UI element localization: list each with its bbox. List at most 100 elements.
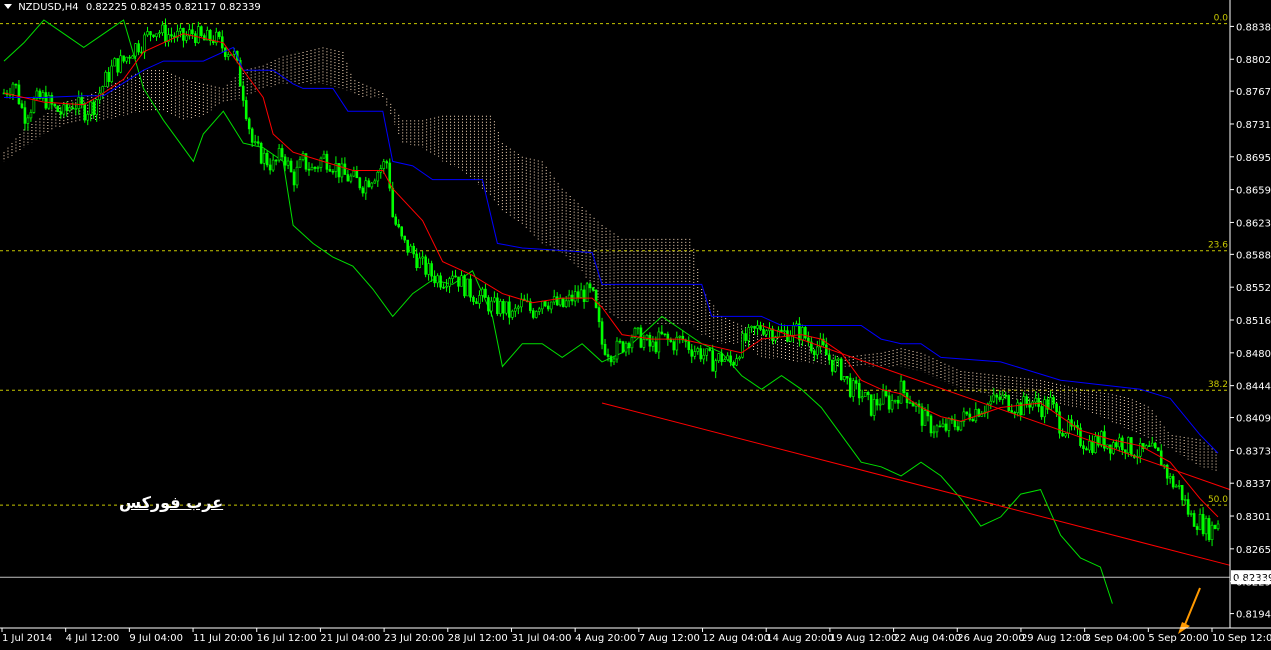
candle-body [101,86,104,94]
candle-body [630,337,634,349]
candle-body [678,335,682,338]
x-tick-label: 29 Aug 12:00 [1021,633,1088,644]
candle-body [1115,442,1118,448]
candle-body [636,327,640,330]
candle-body [747,327,750,341]
candle-body [672,341,676,351]
candle-body [1100,431,1103,446]
candle-body [343,163,347,175]
candle-body [499,300,502,315]
y-tick-label: 0.85880 [1236,250,1271,261]
candle-body [974,409,978,422]
candle-body [17,84,21,105]
candle-body [654,341,658,353]
candle-body [612,358,616,363]
candle-body [756,325,759,329]
candle-body [741,333,744,358]
candle-body [53,103,57,107]
x-tick-label: 26 Aug 20:00 [957,633,1024,644]
candle-body [358,177,362,189]
candle-body [899,380,903,404]
candle-body [280,148,284,158]
candle-body [487,297,490,312]
candle-body [340,163,344,178]
candle-body [1171,476,1175,488]
candle-body [591,287,595,291]
candle-body [663,333,667,336]
candle-body [738,356,741,359]
candle-body [113,58,116,67]
candle-body [606,354,610,357]
candle-body [558,297,562,306]
y-tick-label: 0.85160 [1236,316,1271,327]
candle-body [179,27,182,32]
candle-body [534,311,538,318]
candle-body [451,275,454,279]
candle-body [56,105,60,112]
candle-body [134,43,137,57]
candle-body [642,339,646,348]
candle-body [298,159,302,168]
tenkan-line [3,33,1219,518]
candle-body [762,329,765,335]
candle-body [146,31,149,36]
candle-body [122,55,125,62]
candle-body [597,307,601,323]
chart-area[interactable]: 0.023.638.250.0 0.82339 0.883800.880200.… [0,0,1271,646]
candle-body [1064,433,1067,437]
candle-body [1177,485,1181,487]
candle-body [292,171,296,186]
candle-body [334,163,338,172]
candle-body [367,180,371,188]
y-tick-label: 0.88020 [1236,55,1271,66]
candle-body [1168,476,1172,479]
candle-body [1022,396,1025,416]
candle-body [1204,518,1208,535]
candle-body [801,327,804,341]
candle-body [454,275,457,278]
candle-body [289,160,293,173]
candle-body [194,33,197,43]
candle-body [406,239,409,253]
candle-body [564,300,568,307]
candle-body [337,163,341,178]
candle-body [579,289,583,298]
candle-body [726,355,729,360]
chikou-line [3,19,1113,604]
candle-body [531,310,535,318]
tenkan-sen [3,33,1219,518]
candle-body [896,399,900,404]
candle-body [77,96,81,109]
x-tick-label: 11 Jul 20:00 [193,633,253,644]
candle-body [226,54,230,57]
candle-body [382,161,386,169]
candle-body [750,325,753,328]
candle-body [693,351,697,357]
x-tick-label: 28 Jul 12:00 [448,633,508,644]
candle-body [816,346,819,356]
candle-body [690,349,694,357]
x-tick-label: 4 Jul 12:00 [66,633,120,644]
candle-body [627,342,631,349]
candle-body [1174,485,1178,488]
candle-body [439,275,442,288]
candle-body [543,301,547,307]
x-tick-label: 1 Jul 2014 [2,633,52,644]
x-tick-label: 23 Jul 20:00 [384,633,444,644]
candle-body [137,43,140,53]
candle-body [26,117,30,124]
dropdown-icon[interactable] [4,4,12,9]
candle-body [780,329,783,333]
candle-body [851,380,855,397]
candle-body [1156,447,1160,452]
candle-body [268,164,272,171]
candle-body [609,356,613,363]
candle-body [723,359,726,362]
candle-body [836,358,840,361]
candle-body [119,55,122,73]
candle-body [759,325,762,330]
candle-body [346,174,350,182]
axes: 0.88380 0.88020 0.87670 0.87310 0.86950 0.865… [0,0,1271,644]
candle-body [409,245,412,253]
candle-body [669,339,673,342]
